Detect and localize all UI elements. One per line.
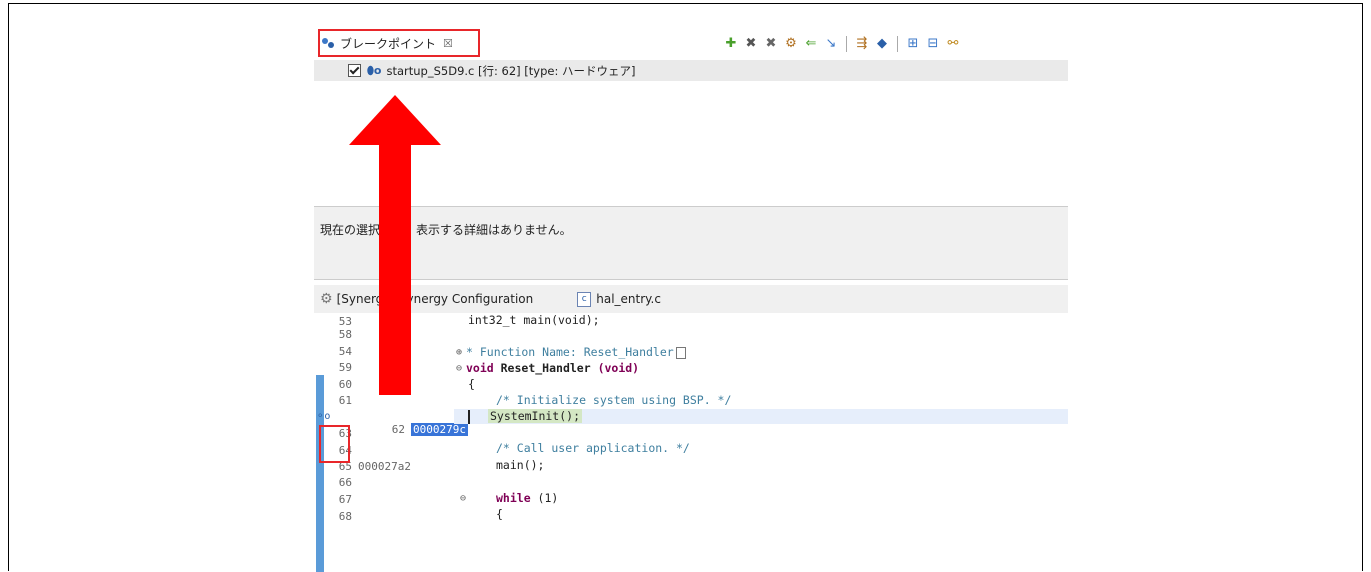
code-line: /* Initialize system using BSP. */: [496, 393, 732, 407]
add-icon[interactable]: ✚: [724, 37, 738, 51]
group-icon[interactable]: ⚯: [946, 37, 960, 51]
link-icon[interactable]: ⚙: [784, 37, 798, 51]
tab-hal-entry-label: hal_entry.c: [596, 292, 661, 306]
code-line: {: [468, 377, 475, 391]
expand-all-icon[interactable]: ⊞: [906, 37, 920, 51]
collapse-all-icon[interactable]: ⊟: [926, 37, 940, 51]
skip-icon[interactable]: ↘: [824, 37, 838, 51]
breakpoint-enabled-checkbox[interactable]: [348, 64, 361, 77]
code-line: /* Call user application. */: [496, 441, 690, 455]
ruler-marker: [316, 375, 324, 572]
go-to-file-icon[interactable]: ⇐: [804, 37, 818, 51]
breakpoints-tab-highlight: [318, 29, 480, 57]
program-counter-highlight: SystemInit();: [488, 409, 583, 423]
toolbar-separator: [897, 36, 898, 52]
code-line: {: [496, 507, 503, 521]
gutter-line: 68: [338, 510, 352, 523]
red-arrow-annotation: [349, 95, 441, 395]
toolbar-separator: [846, 36, 847, 52]
breakpoint-row-label: startup_S5D9.c [行: 62] [type: ハードウェア]: [386, 63, 636, 78]
remove-icon[interactable]: ✖: [744, 37, 758, 51]
breakpoints-toolbar: ✚ ✖ ✖ ⚙ ⇐ ↘ ⇶ ◆ ⊞ ⊟ ⚯: [724, 34, 960, 54]
code-line: * Function Name: Reset_Handler: [454, 345, 1068, 360]
gutter-line: 61: [338, 394, 352, 407]
tab-hal-entry[interactable]: c hal_entry.c: [541, 285, 669, 313]
code-line: int32_t main(void);: [468, 313, 600, 327]
collapse-icon[interactable]: ⇶: [855, 37, 869, 51]
address: 000027a2: [358, 460, 411, 473]
c-file-icon: c: [577, 291, 592, 307]
code-line: void Reset_Handler (void): [466, 361, 640, 375]
code-area[interactable]: int32_t main(void); ⊕ * Function Name: R…: [454, 313, 1068, 572]
remove-all-icon[interactable]: ✖: [764, 37, 778, 51]
gear-icon: ⚙: [320, 291, 333, 307]
breakpoint-marker-icon[interactable]: ⚬o: [316, 410, 330, 423]
gutter-line: 67: [338, 493, 352, 506]
expand-icon[interactable]: ◆: [875, 37, 889, 51]
current-code-line: SystemInit();: [454, 409, 1068, 424]
gutter-line: 66: [338, 476, 352, 489]
hardware-breakpoint-icon: ⬮o: [367, 63, 382, 77]
code-line: while (1): [496, 491, 559, 505]
code-line: main();: [496, 458, 545, 472]
gutter-line-62[interactable]: ⚬o 62 0000279c: [316, 410, 468, 436]
breakpoint-marker-highlight: [319, 425, 350, 463]
breakpoint-row[interactable]: ⬮o startup_S5D9.c [行: 62] [type: ハードウェア]: [314, 60, 1068, 81]
